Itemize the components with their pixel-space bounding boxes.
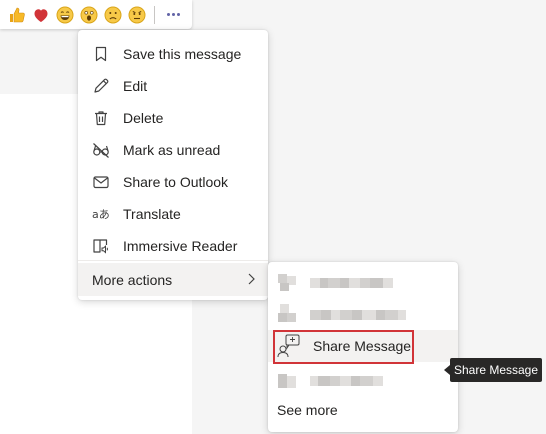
laugh-icon[interactable] <box>54 4 76 26</box>
message-context-menu: Save this message Edit Delete Mark as un… <box>78 30 268 300</box>
chevron-right-icon <box>248 273 255 285</box>
menu-item-delete[interactable]: Delete <box>78 102 268 134</box>
glasses-icon <box>93 143 109 158</box>
see-more-link[interactable]: See more <box>277 402 338 418</box>
menu-item-label: Translate <box>123 206 181 222</box>
submenu-app-item[interactable] <box>268 298 458 330</box>
submenu-app-item[interactable] <box>268 364 458 396</box>
reaction-bar <box>0 0 192 29</box>
heart-icon[interactable] <box>30 4 52 26</box>
menu-item-label: Edit <box>123 78 148 94</box>
menu-item-share-outlook[interactable]: Share to Outlook <box>78 166 268 198</box>
immersive-reader-icon <box>93 239 108 254</box>
menu-divider <box>78 260 268 261</box>
menu-item-label: More actions <box>92 271 173 288</box>
angry-icon[interactable] <box>126 4 148 26</box>
menu-item-label: Delete <box>123 110 164 126</box>
menu-item-translate[interactable]: aあ Translate <box>78 198 268 230</box>
reaction-bar-divider <box>154 5 155 24</box>
app-icon <box>278 304 296 324</box>
trash-icon <box>95 111 107 126</box>
more-actions-submenu: Share Message See more <box>268 262 458 432</box>
menu-item-save-message[interactable]: Save this message <box>78 38 268 70</box>
surprised-icon[interactable] <box>78 4 100 26</box>
menu-item-more-actions[interactable]: More actions <box>78 263 268 296</box>
menu-item-label: Mark as unread <box>123 142 221 158</box>
app-name-obscured <box>310 278 393 288</box>
app-icon <box>278 272 296 292</box>
translate-icon: aあ <box>92 208 110 221</box>
share-message-label: Share Message <box>313 338 412 354</box>
submenu-app-item[interactable] <box>268 266 458 298</box>
thumbs-up-icon[interactable] <box>6 4 28 26</box>
mail-icon <box>93 176 109 189</box>
menu-item-label: Share to Outlook <box>123 174 229 190</box>
menu-item-immersive-reader[interactable]: Immersive Reader <box>78 230 268 262</box>
svg-text:aあ: aあ <box>92 208 110 221</box>
app-icon <box>278 370 296 390</box>
submenu-share-message[interactable]: Share Message <box>268 330 458 362</box>
app-name-obscured <box>310 376 383 386</box>
menu-item-label: Save this message <box>123 46 242 62</box>
share-message-tooltip: Share Message <box>450 358 542 382</box>
sad-icon[interactable] <box>102 4 124 26</box>
menu-item-mark-unread[interactable]: Mark as unread <box>78 134 268 166</box>
more-options-icon[interactable] <box>161 4 185 26</box>
menu-item-label: Immersive Reader <box>123 238 238 254</box>
menu-item-edit[interactable]: Edit <box>78 70 268 102</box>
app-name-obscured <box>310 310 406 320</box>
pencil-icon <box>94 78 109 93</box>
share-message-icon <box>277 334 300 358</box>
bookmark-icon <box>95 46 107 62</box>
tooltip-text: Share Message <box>453 363 539 377</box>
